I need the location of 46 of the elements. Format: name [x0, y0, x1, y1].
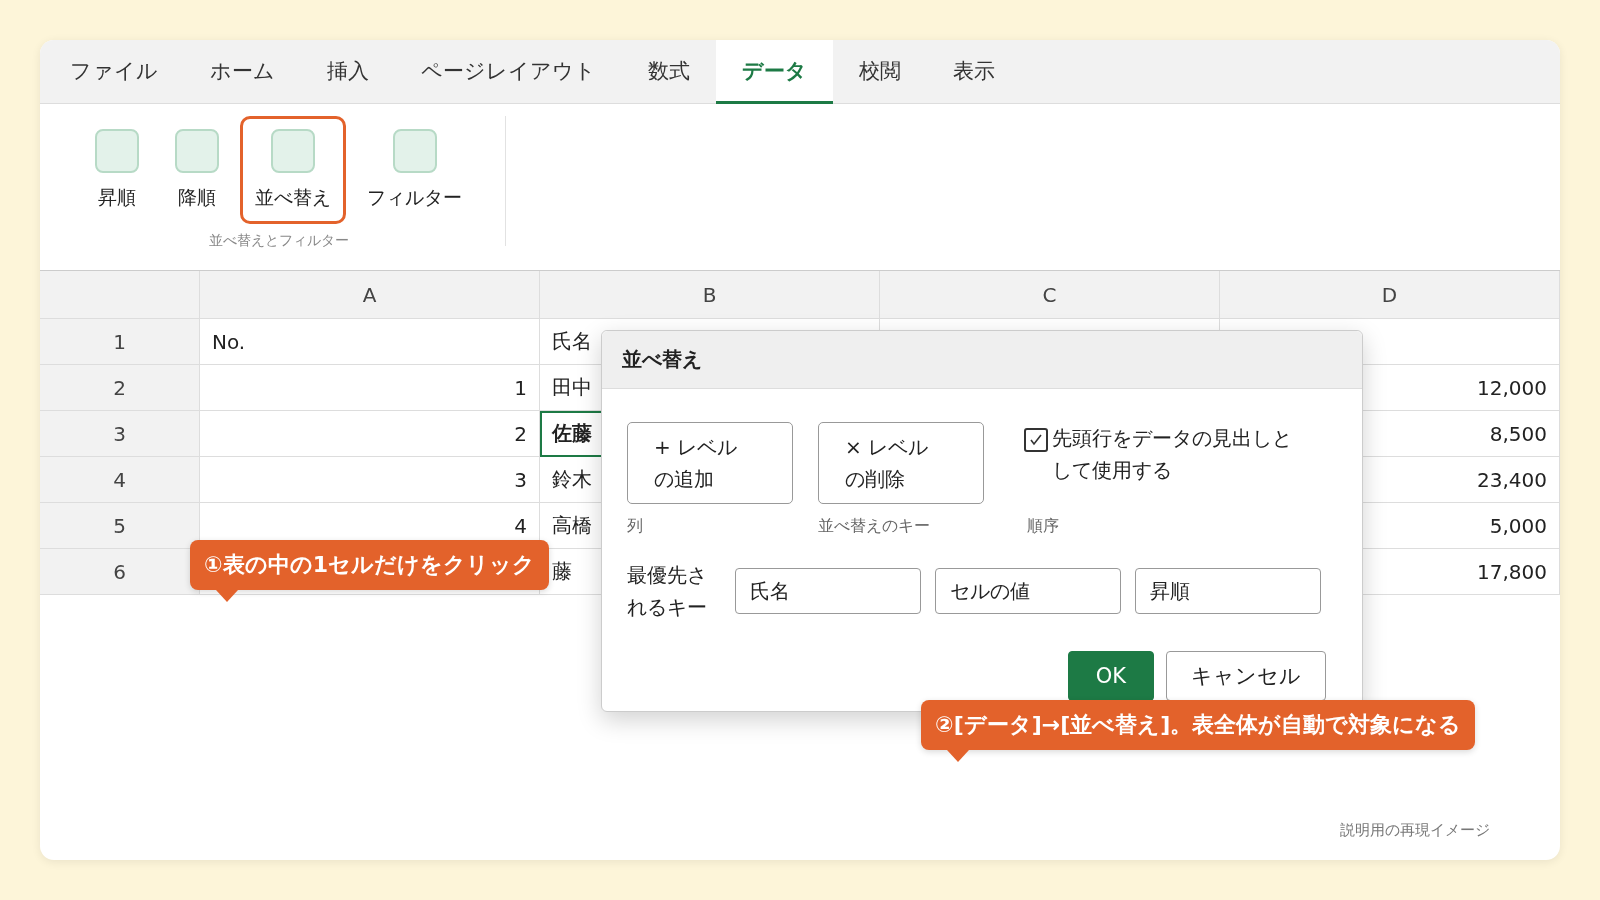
- tile-icon: [95, 129, 139, 173]
- ribbon-tab[interactable]: 数式: [622, 40, 716, 104]
- ribbon-tab[interactable]: 挿入: [301, 40, 395, 104]
- cancel-button[interactable]: キャンセル: [1166, 651, 1326, 701]
- ribbon-button[interactable]: 並べ替え: [240, 116, 346, 224]
- table-cell: 3: [200, 457, 540, 503]
- row-header[interactable]: 2: [40, 365, 200, 411]
- column-header[interactable]: D: [1220, 271, 1560, 319]
- callout-tooltip: ①表の中の1セルだけをクリック: [190, 540, 549, 602]
- column-header[interactable]: C: [880, 271, 1220, 319]
- ribbon-tab[interactable]: 校閲: [833, 40, 927, 104]
- row-header[interactable]: 4: [40, 457, 200, 503]
- tile-icon: [175, 129, 219, 173]
- ribbon-tab[interactable]: データ: [716, 40, 833, 104]
- column-label: 順序: [1027, 516, 1059, 537]
- row-header[interactable]: 3: [40, 411, 200, 457]
- ribbon-button[interactable]: フィルター: [352, 116, 477, 224]
- tile-icon: [392, 129, 437, 173]
- table-cell: 1: [200, 365, 540, 411]
- ribbon-tab[interactable]: ホーム: [184, 40, 301, 104]
- row-header[interactable]: 6: [40, 549, 200, 595]
- ribbon-tab[interactable]: ファイル: [44, 40, 184, 104]
- ribbon-button[interactable]: 昇順: [80, 116, 154, 224]
- column-label: 列: [627, 516, 644, 537]
- footnote: 説明用の再現イメージ: [1340, 821, 1490, 840]
- level-button[interactable]: + レベルの追加: [627, 422, 793, 504]
- row-header[interactable]: 5: [40, 503, 200, 549]
- dropdown-field[interactable]: 昇順: [1135, 568, 1321, 614]
- level-button[interactable]: × レベルの削除: [818, 422, 984, 504]
- checkbox[interactable]: [1024, 428, 1048, 452]
- dropdown-field[interactable]: セルの値: [935, 568, 1121, 614]
- dialog-title: 並べ替え: [602, 331, 1362, 389]
- check-icon: [1029, 433, 1043, 447]
- dropdown-field[interactable]: 氏名: [735, 568, 921, 614]
- ribbon-button[interactable]: 降順: [160, 116, 234, 224]
- ribbon-tab[interactable]: ページレイアウト: [395, 40, 622, 104]
- ok-button[interactable]: OK: [1068, 651, 1154, 701]
- column-header[interactable]: B: [540, 271, 880, 319]
- table-cell: No.: [200, 319, 540, 365]
- column-header[interactable]: A: [200, 271, 540, 319]
- ribbon-tab[interactable]: 表示: [927, 40, 1021, 104]
- group-label: 並べ替えとフィルター: [208, 232, 349, 250]
- tile-icon: [271, 129, 315, 173]
- table-cell: 2: [200, 411, 540, 457]
- row-header[interactable]: 1: [40, 319, 200, 365]
- callout-tooltip: ②[データ]→[並べ替え]。表全体が自動で対象になる: [921, 700, 1476, 762]
